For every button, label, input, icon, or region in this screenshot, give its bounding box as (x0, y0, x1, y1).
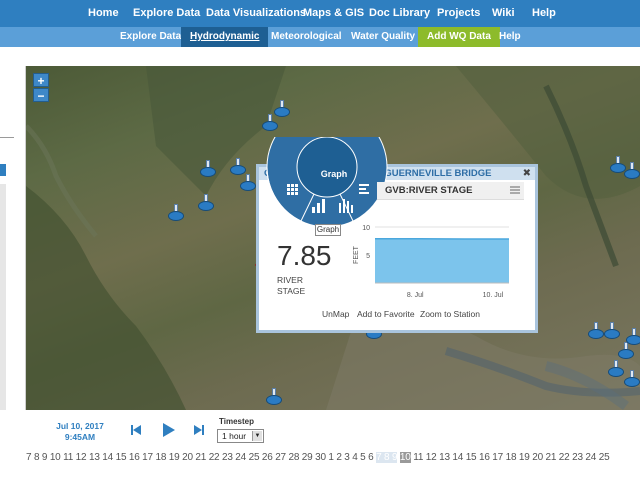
chevron-down-icon[interactable]: ▼ (252, 431, 262, 441)
y-tick-label: 10 (362, 225, 370, 232)
grid-icon[interactable] (287, 184, 298, 195)
subnav-water-quality[interactable]: Water Quality (342, 27, 424, 47)
subnav-hydrodynamic[interactable]: Hydrodynamic (181, 27, 269, 47)
time-controls: Jul 10, 2017 9:45AM Timestep 1 hour ▼ 7 … (0, 410, 640, 480)
value-label-line-1: RIVER (277, 275, 303, 285)
unmap-link[interactable]: UnMap (322, 309, 349, 319)
add-favorite-link[interactable]: Add to Favorite (357, 309, 415, 319)
subnav-explore-data[interactable]: Explore Data (111, 27, 190, 47)
series-title: GVB:RIVER STAGE (385, 185, 473, 196)
panel-tab[interactable] (0, 164, 6, 176)
x-tick-label: 10. Jul (483, 292, 504, 299)
nav-maps-gis[interactable]: Maps & GIS (303, 0, 364, 27)
skip-forward-icon[interactable] (193, 424, 205, 436)
hamburger-menu-icon[interactable] (510, 186, 520, 194)
sub-navigation: Explore Data Hydrodynamic Meteorological… (0, 27, 640, 47)
timeline-current-day[interactable]: 10 (399, 452, 411, 463)
series-header: GVB:RIVER STAGE (377, 182, 524, 200)
panel-scrollbar[interactable] (0, 184, 6, 410)
value-label: RIVER STAGE (277, 275, 305, 297)
nav-data-visualizations[interactable]: Data Visualizations (206, 0, 306, 27)
current-time: 9:45AM (64, 432, 96, 442)
x-tick-label: 8. Jul (407, 292, 424, 299)
graph-tooltip: Graph (315, 224, 341, 236)
timeline-days-after[interactable]: 11 12 13 14 15 16 17 18 19 20 21 22 23 2… (413, 452, 609, 463)
subnav-help[interactable]: Help (490, 27, 530, 47)
nav-home[interactable]: Home (88, 0, 119, 27)
timeline[interactable]: 7 8 9 10 11 12 13 14 15 16 17 18 19 20 2… (26, 452, 610, 463)
play-icon[interactable] (162, 422, 176, 438)
station-popup: GVB - RUSSIAN RIVER AT GUERNEVILLE BRIDG… (256, 137, 538, 333)
current-value: 7.85 (277, 240, 332, 271)
current-date: Jul 10, 2017 (56, 421, 104, 431)
y-axis-label: FEET (353, 245, 360, 264)
timeline-days-before[interactable]: 7 8 9 10 11 12 13 14 15 16 17 18 19 20 2… (26, 452, 374, 463)
river-stage-area (375, 238, 509, 283)
nav-help[interactable]: Help (532, 0, 556, 27)
subnav-add-wq-data[interactable]: Add WQ Data (418, 27, 500, 47)
value-label-line-2: STAGE (277, 286, 306, 296)
panel-divider (0, 137, 14, 138)
nav-projects[interactable]: Projects (437, 0, 480, 27)
zoom-to-station-link[interactable]: Zoom to Station (420, 309, 480, 319)
top-navigation: Home Explore Data Data Visualizations Ma… (0, 0, 640, 27)
radial-graph-label[interactable]: Graph (314, 169, 354, 179)
skip-back-icon[interactable] (130, 424, 142, 436)
left-panel (0, 66, 26, 410)
nav-doc-library[interactable]: Doc Library (369, 0, 430, 27)
close-icon[interactable]: ✖ (523, 167, 531, 180)
nav-explore-data[interactable]: Explore Data (133, 0, 200, 27)
stage-chart: 10 5 FEET 8. Jul 10. Jul (353, 225, 509, 299)
subnav-meteorological[interactable]: Meteorological (262, 27, 351, 47)
timestep-select[interactable]: 1 hour ▼ (217, 429, 264, 443)
timeline-highlight[interactable]: 7 8 9 (376, 452, 398, 463)
current-datetime: Jul 10, 2017 9:45AM (52, 421, 108, 443)
timestep-label: Timestep (219, 417, 254, 426)
y-tick-label: 5 (366, 253, 370, 260)
nav-wiki[interactable]: Wiki (492, 0, 515, 27)
timestep-value: 1 hour (222, 431, 247, 441)
